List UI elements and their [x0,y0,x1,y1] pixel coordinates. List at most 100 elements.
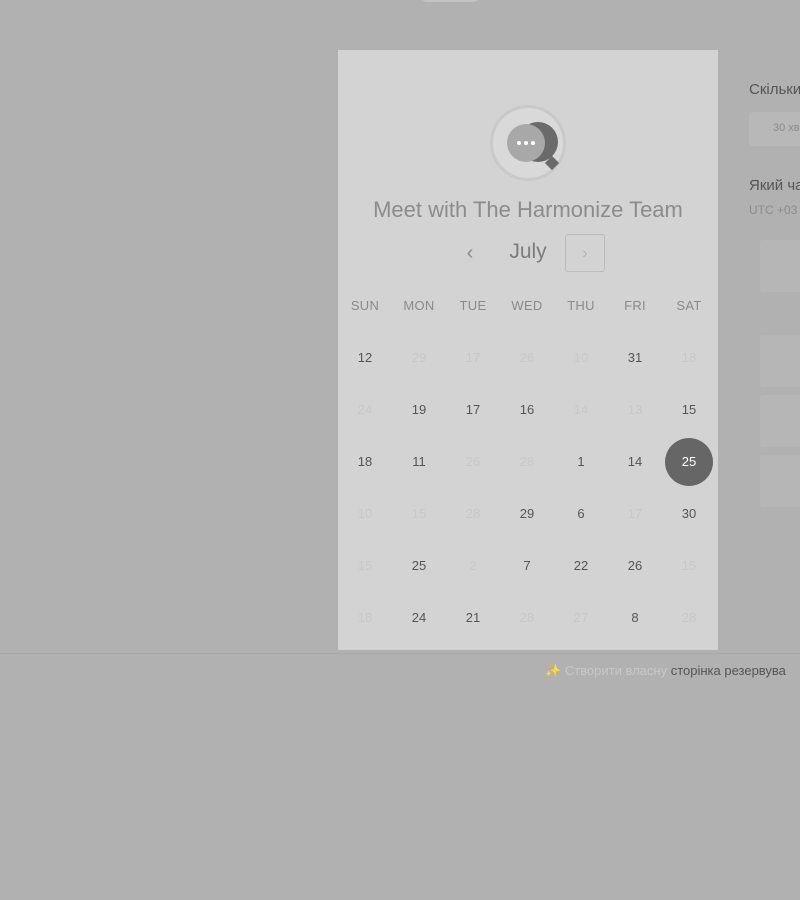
weekday-header-tue: TUE [459,298,487,313]
calendar-day-available[interactable]: 22 [554,540,608,592]
calendar-day-number: 28 [465,506,481,521]
calendar-day-number: 26 [465,454,481,469]
calendar-day-number: 10 [573,350,589,365]
calendar-day-unavailable: 17 [608,488,662,540]
calendar-day-number: 18 [681,350,697,365]
calendar-day-number: 17 [465,402,481,417]
calendar-day-available[interactable]: 8 [608,592,662,644]
calendar-day-unavailable: 15 [662,540,716,592]
time-slot-button[interactable] [760,395,800,447]
time-slot-button[interactable] [760,455,800,507]
calendar-day-number: 7 [523,558,531,573]
calendar-day-number: 26 [519,350,535,365]
calendar-day-number: 28 [681,610,697,625]
calendar-day-unavailable: 18 [662,332,716,384]
calendar-day-unavailable: 29 [392,332,446,384]
calendar-day-number: 27 [573,610,589,625]
weekday-header-sat: SAT [676,298,702,313]
team-avatar [490,105,566,181]
calendar-day-available[interactable]: 7 [500,540,554,592]
calendar-day-number: 24 [357,402,373,417]
calendar-day-number: 8 [631,610,639,625]
calendar-day-number: 18 [357,610,373,625]
calendar-day-available[interactable]: 1 [554,436,608,488]
calendar-day-number: 18 [357,454,373,469]
calendar-day-unavailable: 28 [500,592,554,644]
calendar-day-available[interactable]: 11 [392,436,446,488]
weekday-header-wed: WED [511,298,543,313]
duration-option-text: 30 хв [773,122,800,134]
calendar-day-number: 30 [681,506,697,521]
calendar-day-unavailable: 17 [446,332,500,384]
calendar-day-unavailable: 26 [446,436,500,488]
weekday-header-sun: SUN [350,298,380,313]
calendar-day-available[interactable]: 17 [446,384,500,436]
calendar-day-unavailable: 27 [554,592,608,644]
calendar-day-number: 17 [465,350,481,365]
calendar-day-unavailable: 24 [338,384,392,436]
calendar-day-unavailable: 10 [554,332,608,384]
prev-month-button[interactable]: ‹ [456,239,484,267]
calendar-day-number: 25 [681,454,697,469]
calendar-day-available[interactable]: 18 [338,436,392,488]
calendar-day-available[interactable]: 31 [608,332,662,384]
calendar-day-number: 31 [627,350,643,365]
calendar-day-number: 14 [573,402,589,417]
calendar-day-number: 15 [411,506,427,521]
calendar-day-available[interactable]: 12 [338,332,392,384]
calendar-day-number: 10 [357,506,373,521]
next-month-button[interactable]: › [565,234,605,272]
calendar-day-number: 22 [573,558,589,573]
calendar-day-number: 12 [357,350,373,365]
calendar-day-unavailable: 15 [338,540,392,592]
footer-prefix-text: Створити власну [564,663,668,678]
current-month-label: July [509,240,547,263]
calendar-day-available[interactable]: 24 [392,592,446,644]
calendar-day-available[interactable]: 26 [608,540,662,592]
typing-dots-icon [507,124,545,162]
divider [0,653,800,654]
meeting-title: Meet with The Harmonize Team [373,197,683,222]
calendar-day-number: 14 [627,454,643,469]
calendar-day-number: 26 [627,558,643,573]
calendar-day-unavailable: 15 [392,488,446,540]
calendar-day-available[interactable]: 16 [500,384,554,436]
logo-mark-icon [418,0,482,2]
calendar-day-number: 11 [412,454,426,469]
calendar-day-available[interactable]: 14 [608,436,662,488]
top-brand-logo [410,0,800,8]
calendar-day-unavailable: 10 [338,488,392,540]
calendar-day-number: 16 [519,402,535,417]
calendar-day-number: 2 [469,558,477,573]
calendar-day-available[interactable]: 6 [554,488,608,540]
calendar-day-unavailable: 28 [662,592,716,644]
booking-calendar-card: Meet with The Harmonize Team ‹ July › SU… [338,50,718,650]
calendar-day-selected[interactable]: 25 [662,436,716,488]
calendar-day-number: 1 [577,454,585,469]
calendar-day-unavailable: 28 [500,436,554,488]
calendar-day-number: 15 [681,558,697,573]
calendar-day-available[interactable]: 19 [392,384,446,436]
calendar-day-unavailable: 14 [554,384,608,436]
time-slot-button[interactable] [760,240,800,292]
sparkle-icon: ✨ [545,663,562,678]
calendar-day-number: 28 [519,610,535,625]
time-question-label: Який ча [749,177,800,194]
calendar-day-number: 29 [519,506,535,521]
calendar-day-number: 24 [411,610,427,625]
weekday-header-mon: MON [403,298,435,313]
create-booking-page-link[interactable]: сторінка резервува [671,663,786,678]
calendar-day-available[interactable]: 30 [662,488,716,540]
calendar-day-available[interactable]: 25 [392,540,446,592]
calendar-day-unavailable: 18 [338,592,392,644]
calendar-day-number: 21 [465,610,481,625]
calendar-day-available[interactable]: 21 [446,592,500,644]
calendar-day-number: 25 [411,558,427,573]
calendar-day-number: 28 [519,454,535,469]
calendar-day-unavailable: 26 [500,332,554,384]
calendar-day-available[interactable]: 15 [662,384,716,436]
calendar-day-number: 6 [577,506,585,521]
time-slot-button[interactable] [760,335,800,387]
calendar-day-unavailable: 13 [608,384,662,436]
calendar-day-available[interactable]: 29 [500,488,554,540]
